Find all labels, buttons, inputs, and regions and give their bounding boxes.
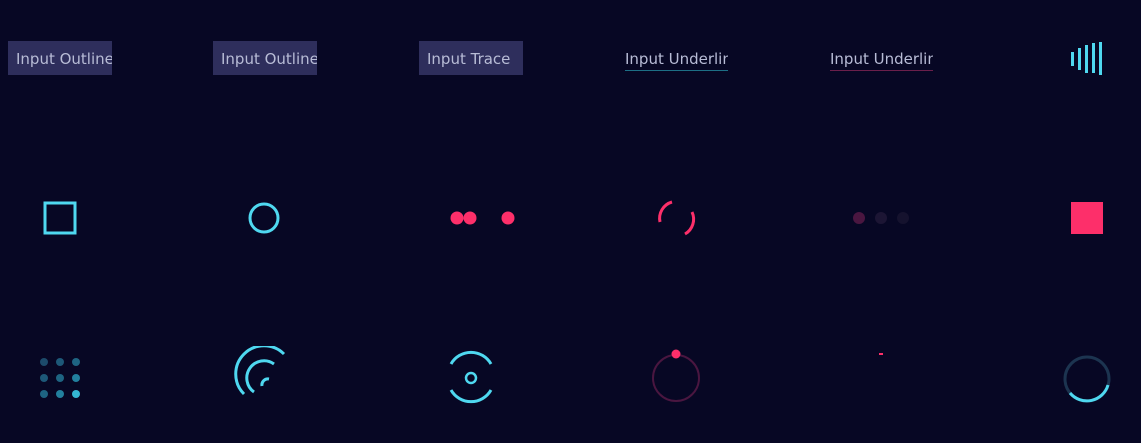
spiral-arcs-icon bbox=[234, 346, 286, 396]
input-trace-field[interactable]: Input Trace bbox=[419, 41, 523, 75]
underline-bar-2 bbox=[830, 70, 933, 71]
orbit-dot-icon bbox=[652, 349, 700, 402]
square-fill-icon bbox=[1071, 202, 1103, 234]
input-underline-label-2: Input Underline bbox=[830, 50, 933, 68]
circle-outline-icon bbox=[248, 202, 280, 234]
small-dash-icon bbox=[879, 353, 883, 355]
square-outline-icon bbox=[43, 201, 77, 235]
ring-progress-icon bbox=[1063, 355, 1111, 403]
input-underline-label: Input Underline bbox=[625, 50, 728, 68]
dots-bounce-icon bbox=[450, 211, 515, 225]
dots-fade-icon bbox=[853, 212, 909, 224]
orbit-arcs-icon bbox=[449, 350, 493, 404]
bars-icon bbox=[1071, 42, 1102, 75]
dot-grid-icon bbox=[40, 358, 80, 398]
input-underline-field[interactable]: Input Underline bbox=[625, 45, 728, 71]
input-outline-field[interactable]: Input Outline bbox=[8, 41, 112, 75]
input-underline-field-2[interactable]: Input Underline bbox=[830, 45, 933, 71]
underline-bar bbox=[625, 70, 728, 71]
input-outline-field-2[interactable]: Input Outline bbox=[213, 41, 317, 75]
arc-spinner-icon bbox=[658, 200, 696, 236]
loader-gallery: Input Outline Input Outline Input Trace … bbox=[0, 0, 1141, 443]
